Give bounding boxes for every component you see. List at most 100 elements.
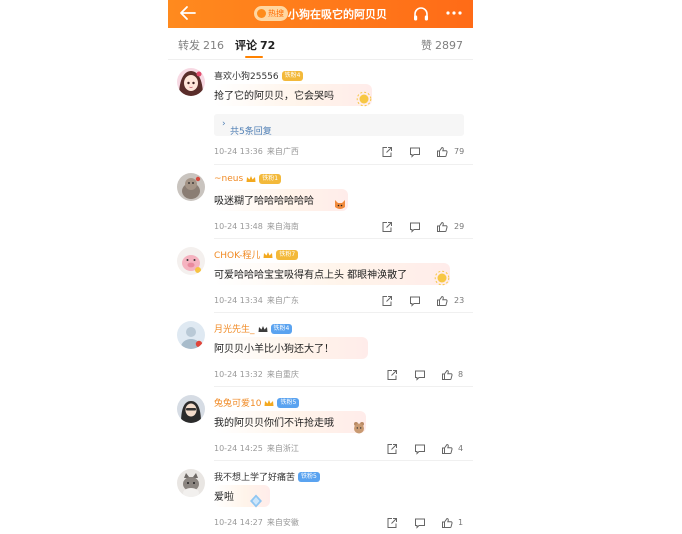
crown-icon: [263, 251, 273, 258]
top-bar: 热搜 小狗在吸它的阿贝贝: [168, 0, 473, 28]
reply-icon[interactable]: [414, 369, 426, 381]
username[interactable]: CHOK-程儿: [214, 248, 260, 261]
hot-badge-label: 热搜: [268, 9, 284, 18]
comment-header: CHOK-程儿 铁粉7: [214, 248, 299, 261]
flame-icon: [257, 9, 266, 18]
avatar[interactable]: [177, 173, 205, 201]
sun-sticker-icon: [434, 270, 450, 286]
like-icon[interactable]: [441, 517, 453, 529]
fox-sticker-icon: [335, 200, 345, 209]
share-icon[interactable]: [386, 369, 398, 381]
weibo-comment-screen: 热搜 小狗在吸它的阿贝贝 转发 216 评论 72 赞 2897 喜欢小狗255…: [168, 0, 473, 534]
comment-text[interactable]: 吸迷糊了哈哈哈哈哈哈: [214, 192, 314, 207]
reply-icon[interactable]: [414, 517, 426, 529]
like-count: 1: [458, 518, 464, 527]
like-icon[interactable]: [436, 295, 448, 307]
fan-badge: 铁粉5: [298, 471, 320, 482]
comment-location: 来自广西: [266, 147, 299, 156]
username[interactable]: 月光先生_: [214, 322, 255, 335]
avatar[interactable]: [177, 469, 205, 497]
diamond-sticker-icon: [250, 494, 262, 508]
like-count: 23: [454, 296, 465, 305]
fan-badge: 铁粉1: [259, 174, 282, 184]
reply-icon[interactable]: [409, 295, 421, 307]
fan-badge: 铁粉7: [276, 249, 299, 260]
comment-meta: 10-24 14:27 来自安徽: [214, 517, 299, 528]
comment-text[interactable]: 我的阿贝贝你们不许抢走哦: [214, 414, 334, 429]
comment-text[interactable]: 阿贝贝小羊比小狗还大了！: [214, 340, 334, 355]
avatar-anime-girl-icon: [177, 68, 205, 96]
comment-location: 来自安徽: [266, 518, 299, 527]
avatar-photo-icon: [177, 321, 205, 349]
comment-meta: 10-24 13:48 来自海南: [214, 221, 299, 232]
fan-badge: 铁粉4: [281, 70, 304, 81]
sun-sticker-icon: [356, 91, 372, 107]
username[interactable]: 我不想上学了好痛苦: [214, 470, 295, 483]
reply-icon[interactable]: [414, 443, 426, 455]
comment-meta: 10-24 13:32 来自重庆: [214, 369, 299, 380]
reply-icon[interactable]: [409, 146, 421, 158]
share-icon[interactable]: [386, 517, 398, 529]
crown-icon: [264, 399, 274, 406]
tab-comments[interactable]: 评论 72: [235, 37, 275, 53]
reply-icon[interactable]: [409, 221, 421, 233]
comment-text[interactable]: 抢了它的阿贝贝，它会哭吗: [214, 87, 334, 102]
username[interactable]: 兔兔可爱10: [214, 396, 261, 409]
tab-likes-label: 赞: [421, 39, 432, 52]
comment-text[interactable]: 爱啦: [214, 488, 234, 503]
divider: [214, 386, 473, 387]
crown-icon: [258, 325, 268, 332]
tab-repost-label: 转发: [178, 39, 200, 52]
bear-sticker-icon: [354, 422, 364, 434]
avatar[interactable]: [177, 247, 205, 275]
share-icon[interactable]: [381, 221, 393, 233]
headphone-icon[interactable]: [411, 4, 431, 24]
crown-icon: [246, 176, 256, 182]
share-icon[interactable]: [381, 146, 393, 158]
comment-location: 来自重庆: [266, 370, 299, 379]
comment-time: 10-24 13:32: [214, 370, 263, 379]
comment-location: 来自浙江: [266, 444, 299, 453]
hot-search-badge[interactable]: 热搜: [254, 6, 288, 21]
share-icon[interactable]: [381, 295, 393, 307]
like-count: 79: [454, 147, 465, 156]
back-arrow-icon[interactable]: [178, 3, 198, 23]
more-options-icon[interactable]: [443, 3, 465, 23]
comment-meta: 10-24 13:36 来自广西: [214, 146, 299, 157]
comment-header: 喜欢小狗25556 铁粉4: [214, 69, 304, 82]
view-replies-label: 共5条回复 ›: [222, 119, 272, 137]
like-icon[interactable]: [436, 146, 448, 158]
like-icon[interactable]: [441, 369, 453, 381]
comment-time: 10-24 13:34: [214, 296, 263, 305]
avatar-cartoon-pig-icon: [177, 247, 205, 275]
tab-likes[interactable]: 赞 2897: [421, 37, 463, 53]
avatar[interactable]: [177, 68, 205, 96]
comment-time: 10-24 14:25: [214, 444, 263, 453]
comment-text[interactable]: 可爱哈哈哈宝宝吸得有点上头 都眼神涣散了: [214, 266, 407, 281]
tab-bar: 转发 216 评论 72 赞 2897: [168, 30, 473, 60]
username[interactable]: ~neus: [214, 174, 243, 184]
username[interactable]: 喜欢小狗25556: [214, 69, 279, 82]
avatar-person-icon: [177, 395, 205, 423]
divider: [214, 238, 473, 239]
like-count: 8: [458, 370, 464, 379]
comment-header: 月光先生_ 铁粉4: [214, 322, 293, 335]
like-icon[interactable]: [441, 443, 453, 455]
avatar[interactable]: [177, 395, 205, 423]
comment-header: 兔兔可爱10 铁粉5: [214, 396, 300, 409]
tab-repost-count: 216: [203, 39, 224, 52]
like-icon[interactable]: [436, 221, 448, 233]
tab-comments-count: 72: [260, 39, 276, 52]
like-count: 4: [458, 444, 464, 453]
fan-badge: 铁粉5: [277, 397, 300, 408]
comment-location: 来自海南: [266, 222, 299, 231]
share-icon[interactable]: [386, 443, 398, 455]
like-count: 29: [454, 222, 465, 231]
divider: [214, 312, 473, 313]
tab-repost[interactable]: 转发 216: [178, 37, 224, 53]
view-replies-link[interactable]: 共5条回复 ›: [214, 114, 464, 137]
comment-header: 我不想上学了好痛苦 铁粉5: [214, 470, 320, 483]
active-tab-indicator: [245, 56, 263, 58]
tab-likes-count: 2897: [435, 39, 463, 52]
avatar[interactable]: [177, 321, 205, 349]
